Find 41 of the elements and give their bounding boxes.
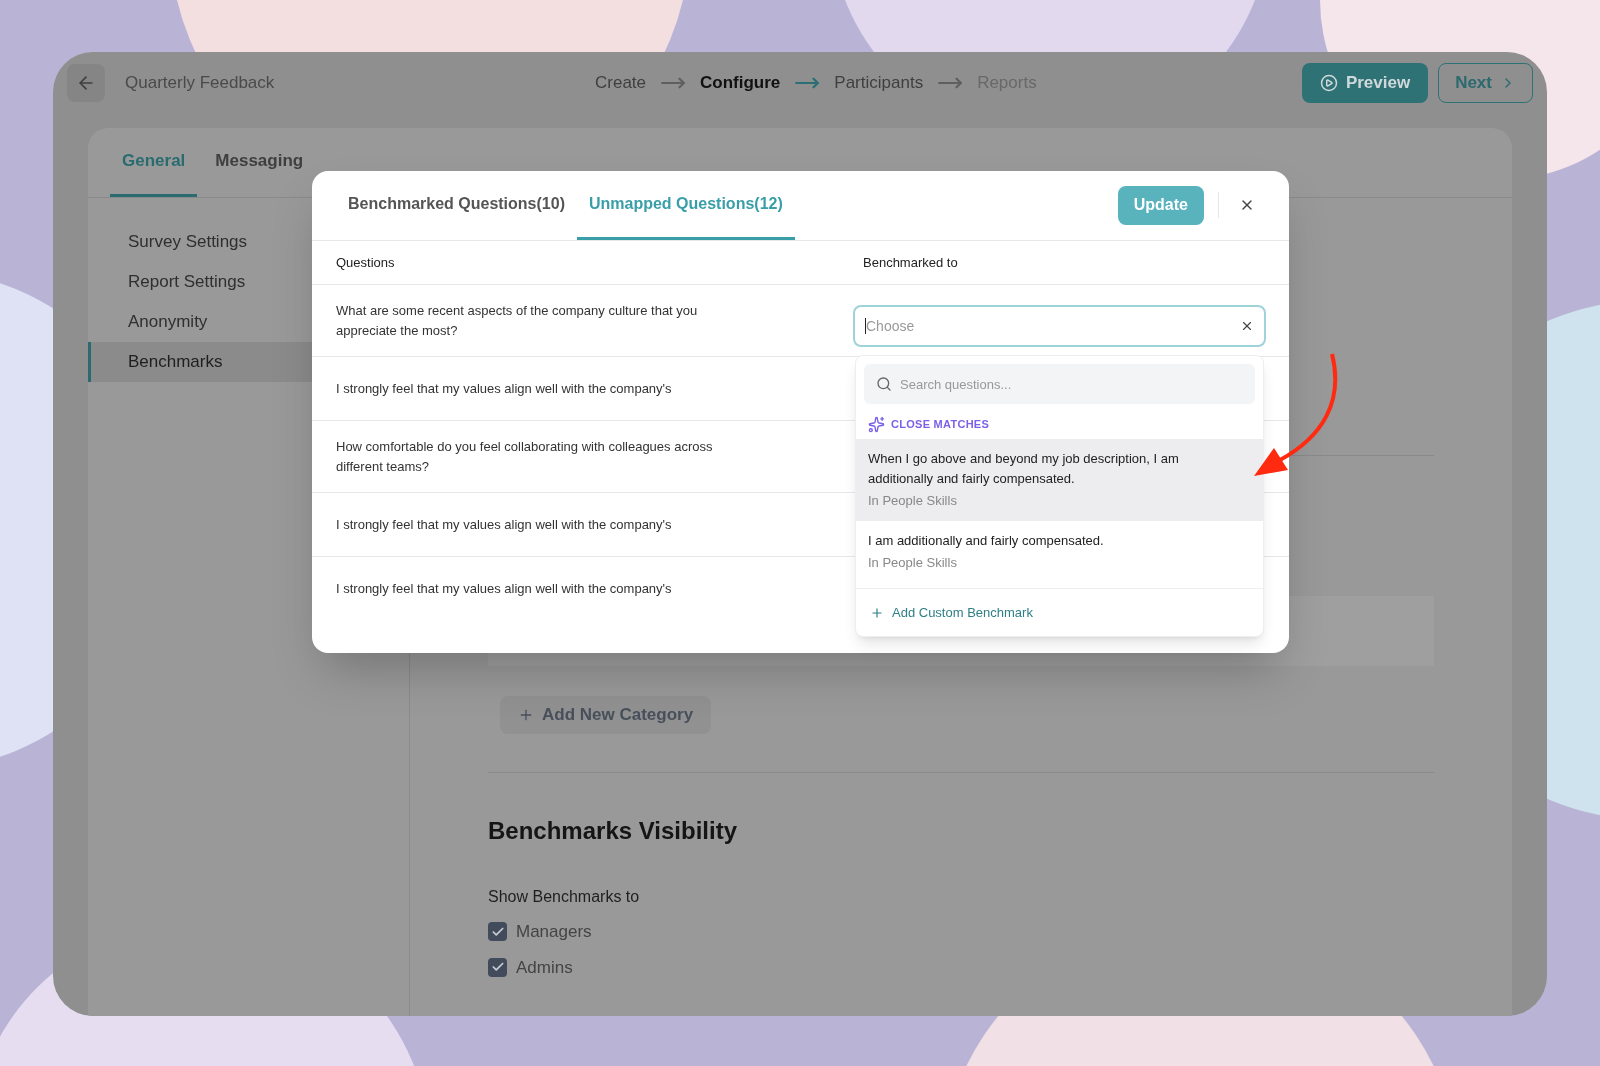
option-category: In People Skills xyxy=(868,553,958,572)
add-category-button[interactable]: Add New Category xyxy=(500,696,712,734)
checkbox[interactable] xyxy=(488,922,507,942)
plus-icon xyxy=(870,605,884,620)
step-label: Create xyxy=(595,72,647,95)
option-category: In People Skills xyxy=(868,492,958,510)
sparkles-icon xyxy=(868,416,885,433)
search-field[interactable]: Search questions... xyxy=(864,364,1255,404)
benchmark-option[interactable]: I am additionally and fairly compensated. In People Skills xyxy=(856,520,1263,582)
select-placeholder: Choose xyxy=(866,316,915,336)
clear-icon[interactable] xyxy=(1240,319,1254,333)
checkbox-label: Managers xyxy=(516,921,592,943)
dialog-tab[interactable]: Unmapped Questions(12) xyxy=(576,170,795,240)
plus-icon xyxy=(518,707,534,723)
survey-title: Quarterly Feedback xyxy=(125,72,276,95)
step-label: Participants xyxy=(834,72,924,95)
section-heading: Benchmarks Visibility xyxy=(488,816,738,846)
benchmark-select[interactable]: Choose xyxy=(853,305,1266,347)
question-text: I strongly feel that my values align well with the company's xyxy=(336,580,673,598)
update-button[interactable]: Update xyxy=(1117,185,1204,225)
question-text: What are some recent aspects of the company culture that you appreciate the most? xyxy=(336,301,699,340)
checkbox-label: Admins xyxy=(516,956,573,979)
step-label: Configure xyxy=(700,72,781,95)
column-header: Questions xyxy=(336,253,396,272)
column-header: Benchmarked to xyxy=(863,253,958,272)
settings-tab[interactable]: Messaging xyxy=(203,127,316,197)
play-icon xyxy=(1319,74,1338,92)
question-text: How comfortable do you feel collaborating with colleagues across different teams? xyxy=(336,437,714,476)
option-text: When I go above and beyond my job description, I am additionally and fairly compensated. xyxy=(868,450,1180,488)
field-label: Show Benchmarks to xyxy=(488,887,641,907)
benchmark-option[interactable]: When I go above and beyond my job description, I am additionally and fairly compensated. In People Skills xyxy=(856,439,1263,521)
question-text: I strongly feel that my values align well with the company's xyxy=(336,515,673,534)
dialog-tab[interactable]: Benchmarked Questions(10) xyxy=(336,170,577,240)
search-icon xyxy=(876,376,892,392)
add-custom-benchmark-link[interactable]: Add Custom Benchmark xyxy=(870,602,1033,623)
checkbox[interactable] xyxy=(488,957,507,977)
option-text: I am additionally and fairly compensated. xyxy=(868,531,1105,550)
section-label: CLOSE MATCHES xyxy=(891,417,990,433)
preview-button[interactable]: Preview xyxy=(1301,63,1429,103)
back-button[interactable] xyxy=(67,64,105,102)
question-text: I strongly feel that my values align well with the company's xyxy=(336,379,673,398)
